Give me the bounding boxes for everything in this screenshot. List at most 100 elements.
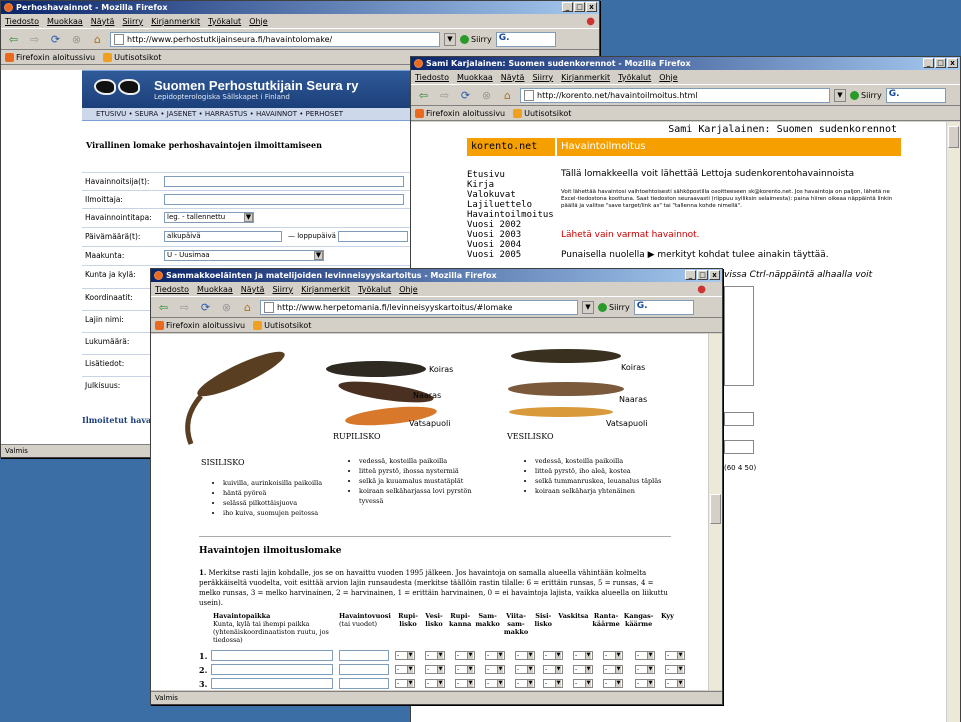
species-select[interactable]: - ▼ bbox=[665, 665, 685, 674]
place-input[interactable] bbox=[211, 650, 333, 661]
back-icon[interactable]: ⇦ bbox=[5, 31, 22, 48]
menu-help[interactable]: Ohje bbox=[399, 285, 418, 294]
species-select[interactable]: - ▼ bbox=[665, 651, 685, 660]
reported-link[interactable]: Ilmoitetut havai bbox=[82, 415, 154, 425]
province-select[interactable]: U - Uusimaa ▼ bbox=[164, 249, 324, 261]
stop-icon[interactable]: ⊗ bbox=[478, 87, 495, 104]
menu-view[interactable]: Näytä bbox=[241, 285, 265, 294]
species-select[interactable]: - ▼ bbox=[395, 665, 415, 674]
nav-home[interactable]: Etusivu bbox=[467, 170, 554, 180]
field-input[interactable] bbox=[724, 412, 754, 426]
url-bar[interactable]: http://www.perhostutkijainseura.fi/havai… bbox=[110, 31, 440, 47]
vertical-scrollbar[interactable] bbox=[946, 122, 960, 722]
year-input[interactable] bbox=[339, 650, 389, 661]
species-select[interactable]: - ▼ bbox=[573, 665, 593, 674]
species-select[interactable]: - ▼ bbox=[635, 679, 655, 688]
go-button[interactable]: Siirry bbox=[598, 302, 630, 312]
species-select[interactable]: - ▼ bbox=[455, 679, 475, 688]
species-select[interactable]: - ▼ bbox=[425, 679, 445, 688]
bookmark-start[interactable]: Firefoxin aloitussivu bbox=[415, 108, 505, 118]
bookmark-news[interactable]: Uutisotsikot bbox=[253, 320, 311, 330]
back-icon[interactable]: ⇦ bbox=[415, 87, 432, 104]
minimize-button[interactable]: _ bbox=[685, 270, 696, 280]
nav-2002[interactable]: Vuosi 2002 bbox=[467, 220, 554, 230]
title-bar[interactable]: Sammakkoeläinten ja matelijoiden levinne… bbox=[151, 269, 722, 282]
maximize-button[interactable]: □ bbox=[697, 270, 708, 280]
menu-bookmarks[interactable]: Kirjanmerkit bbox=[301, 285, 350, 294]
species-select[interactable]: - ▼ bbox=[515, 665, 535, 674]
method-select[interactable]: leg. - tallennettu ▼ bbox=[164, 211, 254, 223]
reporter-input[interactable] bbox=[164, 193, 404, 205]
title-bar[interactable]: Sami Karjalainen: Suomen sudenkorennot -… bbox=[411, 57, 960, 70]
url-dropdown-icon[interactable]: ▼ bbox=[582, 300, 594, 314]
forward-icon[interactable]: ⇨ bbox=[26, 31, 43, 48]
species-select[interactable]: - ▼ bbox=[425, 651, 445, 660]
title-bar[interactable]: Perhoshavainnot - Mozilla Firefox _ □ x bbox=[1, 1, 599, 14]
maximize-button[interactable]: □ bbox=[935, 58, 946, 68]
url-bar[interactable]: http://korento.net/havaintoilmoitus.html bbox=[520, 87, 830, 103]
species-select[interactable]: - ▼ bbox=[635, 651, 655, 660]
species-select[interactable]: - ▼ bbox=[395, 651, 415, 660]
place-input[interactable] bbox=[211, 664, 333, 675]
menu-edit[interactable]: Muokkaa bbox=[457, 73, 493, 82]
close-button[interactable]: x bbox=[709, 270, 720, 280]
stop-icon[interactable]: ⊗ bbox=[218, 299, 235, 316]
year-input[interactable] bbox=[339, 664, 389, 675]
menu-edit[interactable]: Muokkaa bbox=[197, 285, 233, 294]
nav-photos[interactable]: Valokuvat bbox=[467, 190, 554, 200]
species-select[interactable]: - ▼ bbox=[543, 665, 563, 674]
search-box[interactable]: G. bbox=[633, 299, 694, 315]
menu-tools[interactable]: Työkalut bbox=[208, 17, 241, 26]
stop-icon[interactable]: ⊗ bbox=[68, 31, 85, 48]
reload-icon[interactable]: ⟳ bbox=[197, 299, 214, 316]
species-select[interactable]: - ▼ bbox=[485, 679, 505, 688]
species-select[interactable]: - ▼ bbox=[543, 651, 563, 660]
species-select[interactable]: - ▼ bbox=[395, 679, 415, 688]
menu-file[interactable]: Tiedosto bbox=[155, 285, 189, 294]
forward-icon[interactable]: ⇨ bbox=[436, 87, 453, 104]
search-box[interactable]: G. bbox=[495, 31, 556, 47]
species-select[interactable]: - ▼ bbox=[485, 665, 505, 674]
nav-book[interactable]: Kirja bbox=[467, 180, 554, 190]
brand[interactable]: korento.net bbox=[467, 138, 555, 156]
close-button[interactable]: x bbox=[586, 2, 597, 12]
species-select[interactable]: - ▼ bbox=[515, 679, 535, 688]
year-input[interactable] bbox=[339, 678, 389, 689]
species-listbox[interactable] bbox=[724, 286, 754, 386]
home-icon[interactable]: ⌂ bbox=[499, 87, 516, 104]
home-icon[interactable]: ⌂ bbox=[89, 31, 106, 48]
species-select[interactable]: - ▼ bbox=[603, 679, 623, 688]
back-icon[interactable]: ⇦ bbox=[155, 299, 172, 316]
nav-2005[interactable]: Vuosi 2005 bbox=[467, 250, 554, 260]
observers-input[interactable] bbox=[164, 175, 404, 187]
species-select[interactable]: - ▼ bbox=[455, 665, 475, 674]
url-dropdown-icon[interactable]: ▼ bbox=[444, 32, 456, 46]
species-select[interactable]: - ▼ bbox=[425, 665, 445, 674]
menu-view[interactable]: Näytä bbox=[501, 73, 525, 82]
menu-bookmarks[interactable]: Kirjanmerkit bbox=[561, 73, 610, 82]
url-bar[interactable]: http://www.herpetomania.fi/levinneisyysk… bbox=[260, 299, 578, 315]
menu-go[interactable]: Siirry bbox=[532, 73, 553, 82]
bookmark-start[interactable]: Firefoxin aloitussivu bbox=[5, 52, 95, 62]
species-select[interactable]: - ▼ bbox=[603, 651, 623, 660]
place-input[interactable] bbox=[211, 678, 333, 689]
species-select[interactable]: - ▼ bbox=[665, 679, 685, 688]
menu-go[interactable]: Siirry bbox=[122, 17, 143, 26]
bookmark-news[interactable]: Uutisotsikot bbox=[103, 52, 161, 62]
reload-icon[interactable]: ⟳ bbox=[47, 31, 64, 48]
menu-tools[interactable]: Työkalut bbox=[618, 73, 651, 82]
nav-report[interactable]: Havaintoilmoitus bbox=[467, 210, 554, 220]
species-select[interactable]: - ▼ bbox=[635, 665, 655, 674]
reload-icon[interactable]: ⟳ bbox=[457, 87, 474, 104]
home-icon[interactable]: ⌂ bbox=[239, 299, 256, 316]
start-date-input[interactable]: alkupäivä bbox=[164, 230, 282, 242]
field-input[interactable] bbox=[724, 440, 754, 454]
menu-edit[interactable]: Muokkaa bbox=[47, 17, 83, 26]
menu-file[interactable]: Tiedosto bbox=[5, 17, 39, 26]
maximize-button[interactable]: □ bbox=[574, 2, 585, 12]
vertical-scrollbar[interactable] bbox=[708, 334, 722, 690]
species-select[interactable]: - ▼ bbox=[573, 651, 593, 660]
species-select[interactable]: - ▼ bbox=[485, 651, 505, 660]
url-dropdown-icon[interactable]: ▼ bbox=[834, 88, 846, 102]
nav-2004[interactable]: Vuosi 2004 bbox=[467, 240, 554, 250]
